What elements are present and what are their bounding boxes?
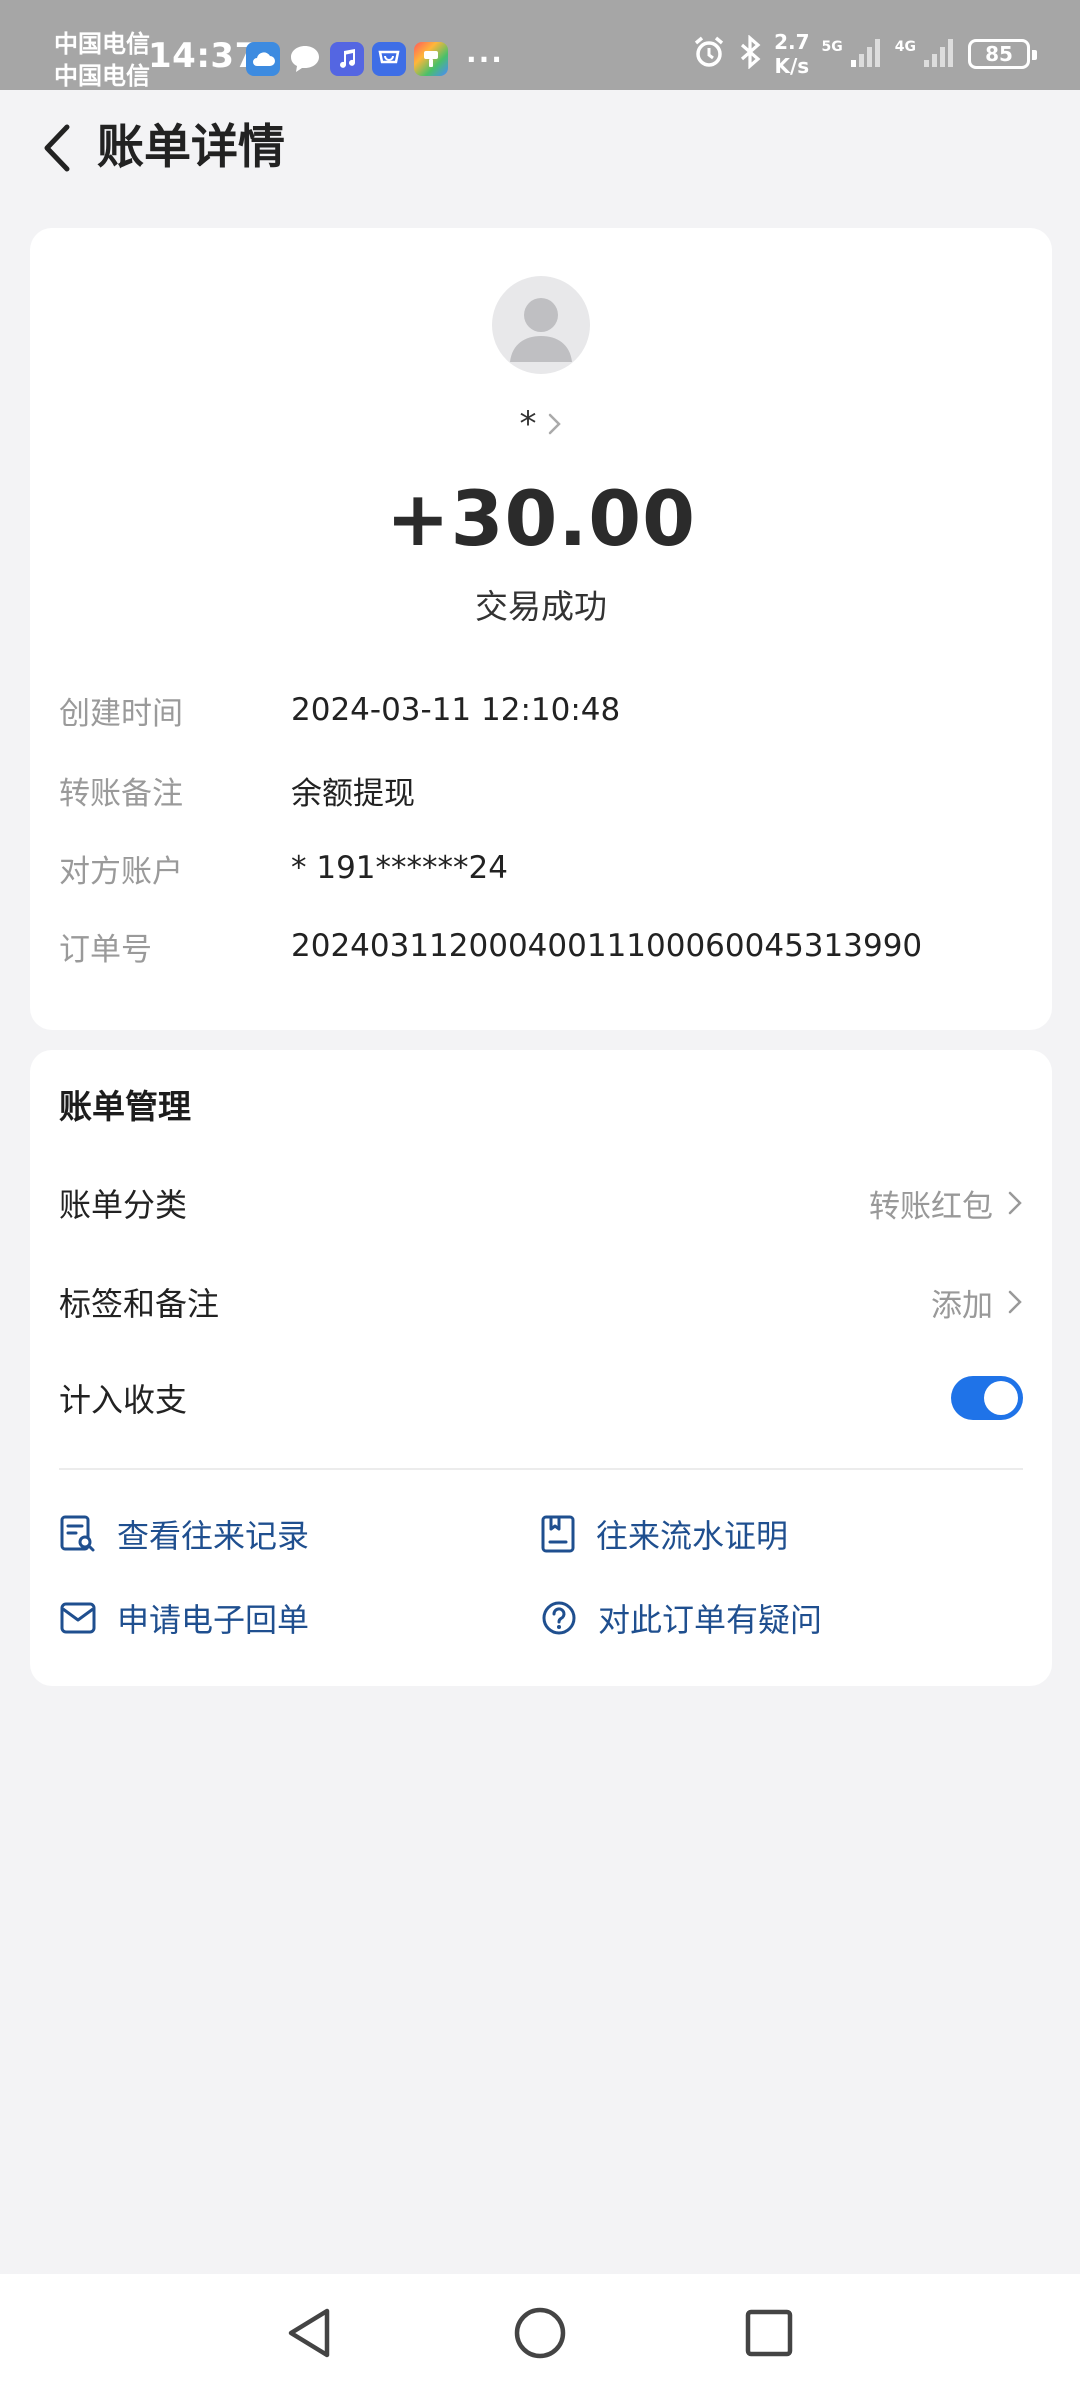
- signal-2-icon: [922, 36, 956, 72]
- include-in-stats-label: 计入收支: [59, 1381, 188, 1419]
- carrier-line-1: 中国电信: [54, 30, 150, 58]
- more-notifications-icon: ···: [466, 42, 504, 76]
- signal-1-label: 5G: [821, 39, 843, 55]
- page-header: 账单详情: [0, 90, 1080, 210]
- statement-proof-link[interactable]: 往来流水证明: [540, 1508, 788, 1560]
- status-indicators: 2.7 K/s 5G 4G 85: [692, 30, 1037, 78]
- app-store-icon: [372, 42, 406, 76]
- nav-back-button[interactable]: [278, 2302, 340, 2364]
- nav-home-button[interactable]: [509, 2302, 571, 2364]
- detail-value: 20240311200040011100060045313990: [291, 928, 923, 964]
- order-question-label: 对此订单有疑问: [598, 1601, 823, 1639]
- detail-row-order-number: 订单号 20240311200040011100060045313990: [59, 924, 1032, 968]
- tags-notes-row[interactable]: 标签和备注 添加: [59, 1275, 1023, 1329]
- detail-value: 2024-03-11 12:10:48: [291, 692, 621, 728]
- bluetooth-icon: [738, 34, 762, 73]
- status-time: 14:37: [148, 36, 259, 76]
- transaction-status: 交易成功: [475, 587, 607, 626]
- back-button[interactable]: [28, 120, 84, 176]
- chevron-right-icon: [1008, 1290, 1022, 1314]
- view-history-link[interactable]: 查看往来记录: [59, 1508, 309, 1560]
- circle-home-icon: [514, 2307, 566, 2359]
- chevron-right-icon: [548, 413, 561, 435]
- tags-notes-value: 添加: [931, 1287, 993, 1324]
- signal-2-label: 4G: [894, 39, 916, 55]
- counterparty-link[interactable]: *: [30, 404, 1052, 444]
- envelope-icon: [60, 1602, 96, 1634]
- battery-level: 85: [985, 42, 1013, 66]
- detail-label: 转账备注: [59, 775, 183, 812]
- statement-proof-label: 往来流水证明: [596, 1517, 789, 1555]
- signal-1-icon: [849, 36, 883, 72]
- triangle-back-icon: [288, 2308, 330, 2358]
- request-receipt-label: 申请电子回单: [117, 1601, 310, 1639]
- include-in-stats-toggle[interactable]: [951, 1376, 1023, 1420]
- bill-category-label: 账单分类: [59, 1186, 188, 1224]
- divider: [59, 1468, 1023, 1470]
- record-search-icon: [60, 1515, 95, 1552]
- document-icon: [541, 1515, 575, 1553]
- paint-icon: [414, 42, 448, 76]
- question-icon: [542, 1601, 576, 1635]
- detail-row-counterparty-account: 对方账户 * 191******24: [59, 846, 1032, 890]
- carrier-label: 中国电信 中国电信: [54, 28, 150, 92]
- bill-category-row[interactable]: 账单分类 转账红包: [59, 1176, 1023, 1230]
- network-speed: 2.7 K/s: [774, 30, 809, 78]
- bill-category-value-group: 转账红包: [869, 1181, 1023, 1226]
- detail-label: 对方账户: [59, 853, 183, 890]
- detail-label: 订单号: [59, 931, 152, 968]
- tags-notes-label: 标签和备注: [59, 1285, 220, 1323]
- message-icon: [288, 42, 322, 76]
- view-history-label: 查看往来记录: [117, 1517, 310, 1555]
- page-title: 账单详情: [97, 120, 285, 175]
- square-recents-icon: [745, 2309, 793, 2357]
- avatar: [492, 276, 590, 374]
- notification-icons: ···: [246, 42, 504, 76]
- tags-notes-value-group: 添加: [931, 1280, 1023, 1325]
- order-question-link[interactable]: 对此订单有疑问: [540, 1592, 822, 1644]
- status-bar: 中国电信 中国电信 14:37 ··· 2.7 K/s 5G 4G 85: [0, 0, 1080, 90]
- detail-value: 余额提现: [291, 775, 415, 812]
- transaction-amount: +30.00: [385, 474, 697, 563]
- chevron-right-icon: [1008, 1191, 1022, 1215]
- carrier-line-2: 中国电信: [54, 62, 150, 90]
- detail-row-created-time: 创建时间 2024-03-11 12:10:48: [59, 688, 1032, 732]
- detail-label: 创建时间: [59, 695, 183, 732]
- chevron-left-icon: [44, 124, 70, 172]
- user-icon: [510, 298, 572, 362]
- bill-management-card: 账单管理 账单分类 转账红包 标签和备注 添加 计入收支 查看往来记录 往来流水…: [30, 1050, 1052, 1686]
- battery-indicator: 85: [968, 39, 1037, 69]
- alarm-icon: [692, 35, 726, 73]
- bill-summary-card: * +30.00 交易成功 创建时间 2024-03-11 12:10:48 转…: [30, 228, 1052, 1030]
- network-speed-unit: K/s: [774, 54, 810, 78]
- section-title: 账单管理: [59, 1087, 191, 1126]
- system-navigation-bar: [0, 2274, 1080, 2388]
- counterparty-name: *: [519, 404, 537, 444]
- detail-row-transfer-note: 转账备注 余额提现: [59, 768, 1032, 812]
- bill-category-value: 转账红包: [869, 1188, 993, 1225]
- request-receipt-link[interactable]: 申请电子回单: [59, 1592, 309, 1644]
- nav-recents-button[interactable]: [738, 2302, 800, 2364]
- detail-value: * 191******24: [291, 850, 508, 886]
- network-speed-value: 2.7: [774, 30, 810, 54]
- cloud-icon: [246, 42, 280, 76]
- music-icon: [330, 42, 364, 76]
- include-in-stats-row: 计入收支: [59, 1371, 1023, 1425]
